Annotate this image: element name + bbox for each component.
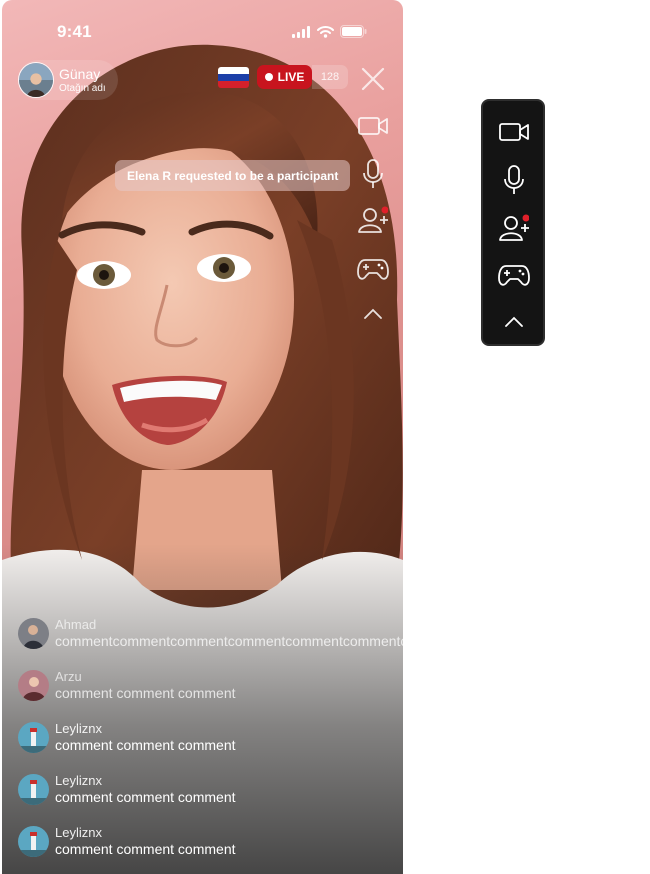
comment-text: comment comment comment	[55, 789, 236, 805]
comment-text: comment comment comment	[55, 685, 236, 701]
toolbar-expand-button[interactable]	[497, 305, 531, 339]
status-icons	[292, 25, 367, 38]
room-name: Otağın adı	[59, 82, 106, 94]
comment-avatar	[18, 721, 49, 753]
add-participant-icon	[358, 206, 388, 233]
gamepad-icon	[498, 265, 530, 286]
wifi-icon	[317, 25, 334, 38]
toolbar-camera-button[interactable]	[497, 115, 531, 149]
live-label: LIVE	[277, 70, 305, 84]
camera-icon	[499, 123, 529, 141]
signal-icon	[292, 25, 310, 38]
comment-text: comment comment comment	[55, 841, 236, 857]
comment-username: Leyliznx	[55, 721, 102, 736]
live-stream-screen: 9:41 Günay Otağın adı LIVE 128 Elena R r…	[2, 0, 403, 874]
status-bar: 9:41	[2, 0, 403, 60]
comment-item: Arzu comment comment comment	[18, 659, 398, 711]
chevron-up-icon	[364, 308, 382, 319]
toolbar-microphone-button[interactable]	[497, 163, 531, 197]
add-participant-icon	[499, 214, 529, 241]
comment-item: Leyliznx comment comment comment	[18, 815, 398, 867]
viewer-count: 128	[312, 65, 348, 89]
gamepad-icon	[357, 259, 389, 280]
chevron-up-icon	[505, 316, 523, 327]
russia-flag	[218, 67, 249, 88]
toolbar-add-participant-button[interactable]	[497, 211, 531, 245]
comment-username: Leyliznx	[55, 825, 102, 840]
status-time: 9:41	[57, 22, 92, 41]
comment-item: Leyliznx comment comment comment	[18, 711, 398, 763]
comment-text: commentcommentcommentcommentcommentcomme…	[55, 633, 403, 649]
close-icon	[361, 67, 385, 91]
comment-text: comment comment comment	[55, 737, 236, 753]
host-avatar	[18, 62, 54, 98]
microphone-icon	[363, 159, 383, 188]
live-dot	[264, 73, 273, 81]
add-participant-button[interactable]	[357, 204, 389, 236]
comment-username: Leyliznx	[55, 773, 102, 788]
camera-button[interactable]	[357, 110, 389, 142]
comment-list: Ahmad commentcommentcommentcommentcommen…	[18, 607, 403, 867]
microphone-icon	[504, 165, 524, 194]
close-button[interactable]	[360, 66, 386, 92]
comment-username: Arzu	[55, 669, 82, 684]
camera-icon	[358, 117, 388, 135]
game-button[interactable]	[357, 254, 389, 286]
comment-username: Ahmad	[55, 617, 97, 632]
toolbar-game-button[interactable]	[497, 259, 531, 293]
comment-avatar	[18, 825, 49, 857]
comment-item: Leyliznx comment comment comment	[18, 763, 398, 815]
expand-controls-button[interactable]	[357, 298, 389, 330]
live-badge: LIVE	[257, 65, 312, 89]
stream-control-toolbar	[481, 99, 545, 346]
comment-item: Ahmad commentcommentcommentcommentcommen…	[18, 607, 403, 659]
host-name: Günay	[59, 65, 101, 82]
comment-avatar	[18, 669, 49, 701]
host-profile[interactable]: Günay Otağın adı	[18, 60, 118, 100]
battery-icon	[340, 25, 367, 38]
comment-avatar	[18, 773, 49, 805]
comment-avatar	[18, 617, 49, 649]
microphone-button[interactable]	[357, 158, 389, 190]
participant-request-toast[interactable]: Elena R requested to be a participant	[115, 160, 351, 191]
